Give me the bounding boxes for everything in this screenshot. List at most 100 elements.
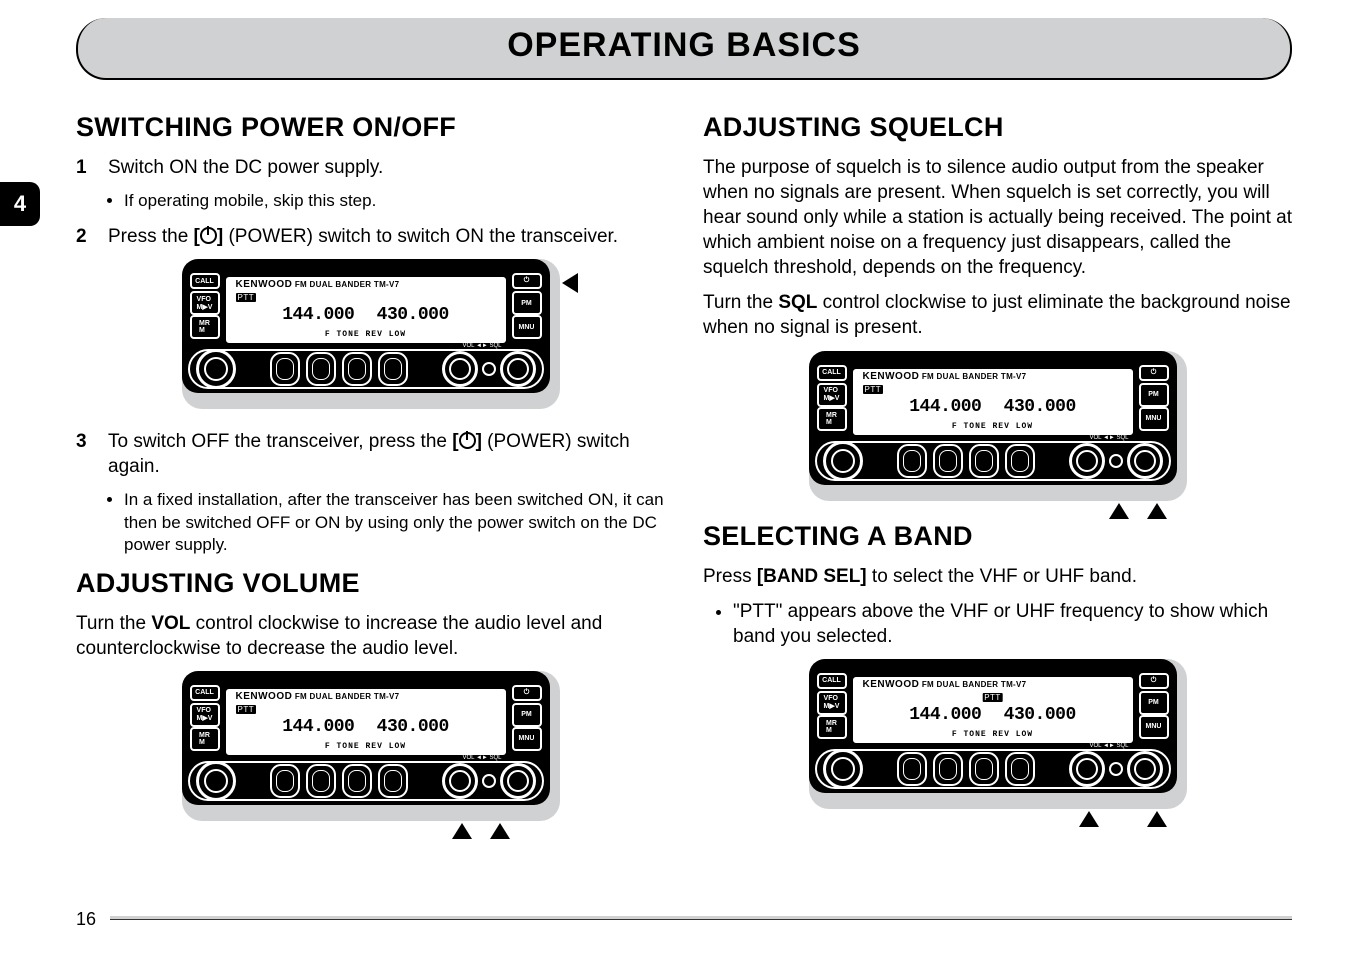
step-1-number: 1 [76, 155, 94, 180]
control-strip [188, 349, 544, 389]
pointer-arrow-icon [1079, 811, 1099, 827]
btn-power: ⏻ [1139, 365, 1169, 381]
pointer-arrow-icon [562, 273, 578, 293]
step-1-text: Switch ON the DC power supply. [108, 155, 383, 180]
step-2-number: 2 [76, 224, 94, 249]
soft-key [342, 352, 372, 386]
sql-knob [500, 763, 536, 799]
pointer-arrow-icon [452, 823, 472, 839]
frequency-readout: 144.000 430.000 [226, 305, 506, 325]
btn-mr: MRM [817, 715, 847, 739]
heading-volume: ADJUSTING VOLUME [76, 568, 665, 599]
btn-mr: MRM [817, 407, 847, 431]
pointer-arrow-icon [1147, 811, 1167, 827]
btn-call: CALL [817, 365, 847, 381]
frequency-readout: 144.000 430.000 [853, 705, 1133, 725]
footer-rule [110, 916, 1292, 920]
vol-knob [1069, 751, 1105, 787]
btn-call: CALL [190, 273, 220, 289]
btn-mr: MRM [190, 315, 220, 339]
squelch-paragraph: The purpose of squelch is to silence aud… [703, 155, 1292, 280]
soft-key [378, 352, 408, 386]
heading-power: SWITCHING POWER ON/OFF [76, 112, 665, 143]
left-column: SWITCHING POWER ON/OFF 1 Switch ON the D… [76, 104, 665, 841]
page-number: 16 [76, 909, 96, 930]
squelch-turn: Turn the SQL control clockwise to just e… [703, 290, 1292, 340]
pointer-arrow-icon [1109, 503, 1129, 519]
page-title: OPERATING BASICS [76, 26, 1292, 65]
figure-volume: CALL VFOM▶V MRM ⏻ PM MNU KENWOOD FM DUAL… [76, 671, 665, 821]
ptt-indicator: PTT [982, 693, 1003, 702]
volume-paragraph: Turn the VOL control clockwise to increa… [76, 611, 665, 661]
frequency-readout: 144.000 430.000 [853, 397, 1133, 417]
band-bullet: "PTT" appears above the VHF or UHF frequ… [733, 599, 1292, 649]
vol-sql-label: VOL ◄► SQL [1088, 743, 1131, 749]
btn-vfo: VFOM▶V [190, 291, 220, 315]
power-icon [459, 432, 476, 449]
tuning-knob [196, 761, 236, 801]
step-3: 3 To switch OFF the transceiver, press t… [76, 429, 665, 479]
step-3-sub: In a fixed installation, after the trans… [124, 489, 665, 555]
btn-pm: PM [512, 703, 542, 727]
btn-power: ⏻ [1139, 673, 1169, 689]
btn-power: ⏻ [512, 685, 542, 701]
btn-mnu: MNU [1139, 407, 1169, 431]
chapter-tab: 4 [0, 182, 40, 226]
pointer-arrow-icon [490, 823, 510, 839]
band-paragraph: Press [BAND SEL] to select the VHF or UH… [703, 564, 1292, 589]
btn-pm: PM [512, 291, 542, 315]
btn-power: ⏻ [512, 273, 542, 289]
heading-band: SELECTING A BAND [703, 521, 1292, 552]
power-icon [200, 227, 217, 244]
btn-pm: PM [1139, 383, 1169, 407]
manual-page: 4 OPERATING BASICS SWITCHING POWER ON/OF… [0, 0, 1352, 954]
soft-key [270, 352, 300, 386]
step-3-text: To switch OFF the transceiver, press the… [108, 429, 665, 479]
btn-pm: PM [1139, 691, 1169, 715]
radio-unit: CALL VFOM▶V MRM ⏻ PM MNU KENWOOD FM DUAL… [182, 259, 550, 393]
vol-knob [442, 351, 478, 387]
btn-vfo: VFOM▶V [817, 691, 847, 715]
figure-power: CALL VFOM▶V MRM ⏻ PM MNU KENWOOD FM DUAL… [76, 259, 665, 409]
vol-sql-label: VOL ◄► SQL [461, 755, 504, 761]
step-2: 2 Press the [] (POWER) switch to switch … [76, 224, 665, 249]
step-2-text: Press the [] (POWER) switch to switch ON… [108, 224, 618, 249]
vol-knob [442, 763, 478, 799]
lcd-screen: KENWOOD FM DUAL BANDER TM-V7 PTT 144.000… [224, 275, 508, 345]
pointer-arrow-icon [1147, 503, 1167, 519]
btn-mr: MRM [190, 727, 220, 751]
ptt-indicator: PTT [236, 293, 257, 302]
figure-band: CALL VFOM▶V MRM ⏻ PM MNU KENWOOD FM DUAL… [703, 659, 1292, 809]
sql-knob [500, 351, 536, 387]
tuning-knob [823, 749, 863, 789]
tuning-knob [196, 349, 236, 389]
vol-sql-label: VOL ◄► SQL [1088, 435, 1131, 441]
ptt-indicator: PTT [863, 385, 884, 394]
jack [482, 362, 496, 376]
lcd-annunciators: F TONE REV LOW [226, 330, 506, 339]
btn-mnu: MNU [1139, 715, 1169, 739]
btn-vfo: VFOM▶V [190, 703, 220, 727]
step-1-sub: If operating mobile, skip this step. [124, 190, 665, 212]
btn-mnu: MNU [512, 727, 542, 751]
tuning-knob [823, 441, 863, 481]
step-3-number: 3 [76, 429, 94, 479]
lcd-annunciators: F TONE REV LOW [853, 422, 1133, 431]
figure-squelch: CALL VFOM▶V MRM ⏻ PM MNU KENWOOD FM DUAL… [703, 351, 1292, 501]
btn-call: CALL [190, 685, 220, 701]
heading-squelch: ADJUSTING SQUELCH [703, 112, 1292, 143]
btn-vfo: VFOM▶V [817, 383, 847, 407]
right-column: ADJUSTING SQUELCH The purpose of squelch… [703, 104, 1292, 841]
sql-knob [1127, 443, 1163, 479]
lcd-annunciators: F TONE REV LOW [853, 730, 1133, 739]
ptt-indicator: PTT [236, 705, 257, 714]
page-title-bar: OPERATING BASICS [76, 18, 1292, 90]
sql-knob [1127, 751, 1163, 787]
lcd-annunciators: F TONE REV LOW [226, 742, 506, 751]
soft-key [306, 352, 336, 386]
btn-call: CALL [817, 673, 847, 689]
btn-mnu: MNU [512, 315, 542, 339]
brand-label: KENWOOD FM DUAL BANDER TM-V7 [236, 279, 400, 290]
frequency-readout: 144.000 430.000 [226, 717, 506, 737]
step-1: 1 Switch ON the DC power supply. [76, 155, 665, 180]
